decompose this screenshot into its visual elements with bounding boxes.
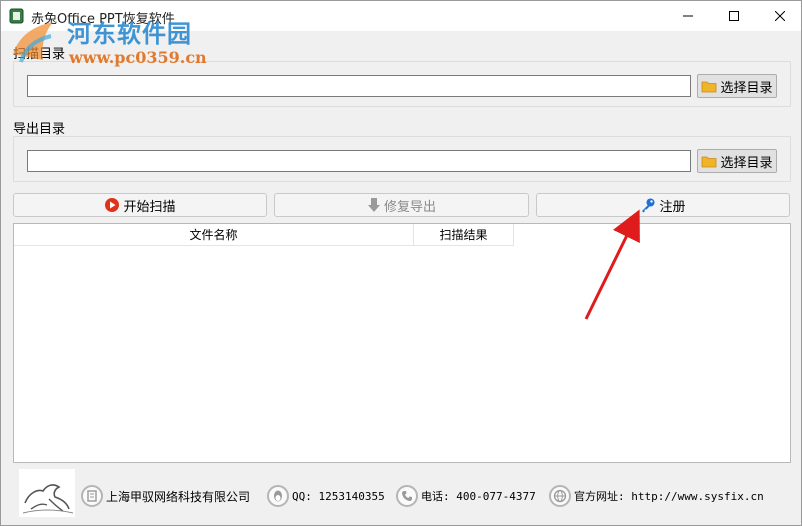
maximize-icon [729,11,739,21]
scan-browse-button[interactable]: 选择目录 [697,74,777,98]
footer-phone: 电话: 400-077-4377 [396,485,536,507]
key-icon [642,198,655,213]
folder-icon [702,156,717,168]
footer-website: 官方网址: http://www.sysfix.cn [549,485,764,507]
phone-icon [396,485,418,507]
minimize-icon [683,15,693,17]
maximize-button[interactable] [711,1,757,31]
scan-directory-label: 扫描目录 [13,47,66,62]
horse-logo-icon [19,469,75,517]
start-scan-button[interactable]: 开始扫描 [13,193,267,217]
close-button[interactable] [757,1,802,31]
start-scan-label: 开始扫描 [123,199,176,215]
repair-export-button[interactable]: 修复导出 [274,193,529,217]
qq-number: QQ: 1253140355 [292,489,385,503]
scan-directory-input[interactable] [27,75,691,97]
close-icon [775,11,785,21]
folder-icon [702,81,717,93]
repair-export-label: 修复导出 [383,199,436,215]
qq-penguin-icon [267,485,289,507]
app-icon [9,8,24,24]
globe-icon [549,485,571,507]
footer: 上海甲驭网络科技有限公司 QQ: 1253140355 电话: 400-077-… [13,467,791,519]
scan-browse-label: 选择目录 [720,80,773,96]
download-arrow-icon [367,198,380,212]
company-name: 上海甲驭网络科技有限公司 [106,489,251,504]
phone-number: 电话: 400-077-4377 [421,490,536,503]
footer-qq: QQ: 1253140355 [267,485,385,507]
export-browse-label: 选择目录 [720,155,773,171]
file-list[interactable]: 文件名称 扫描结果 [13,223,791,463]
column-header-filler [514,224,790,246]
app-window: 赤兔Office PPT恢复软件 扫描目录 选择目录 导出目录 选择目录 开始扫… [0,0,802,526]
company-icon [81,485,103,507]
column-header-scan-result[interactable]: 扫描结果 [414,224,514,246]
export-directory-label: 导出目录 [13,122,66,137]
footer-company: 上海甲驭网络科技有限公司 [81,485,250,507]
window-title: 赤兔Office PPT恢复软件 [31,12,175,27]
register-label: 注册 [659,199,686,215]
export-browse-button[interactable]: 选择目录 [697,149,777,173]
title-bar: 赤兔Office PPT恢复软件 [1,1,801,31]
column-header-file-name[interactable]: 文件名称 [14,224,414,246]
export-directory-input[interactable] [27,150,691,172]
minimize-button[interactable] [665,1,711,31]
play-icon [105,198,120,212]
website-url[interactable]: 官方网址: http://www.sysfix.cn [574,488,764,504]
register-button[interactable]: 注册 [536,193,790,217]
